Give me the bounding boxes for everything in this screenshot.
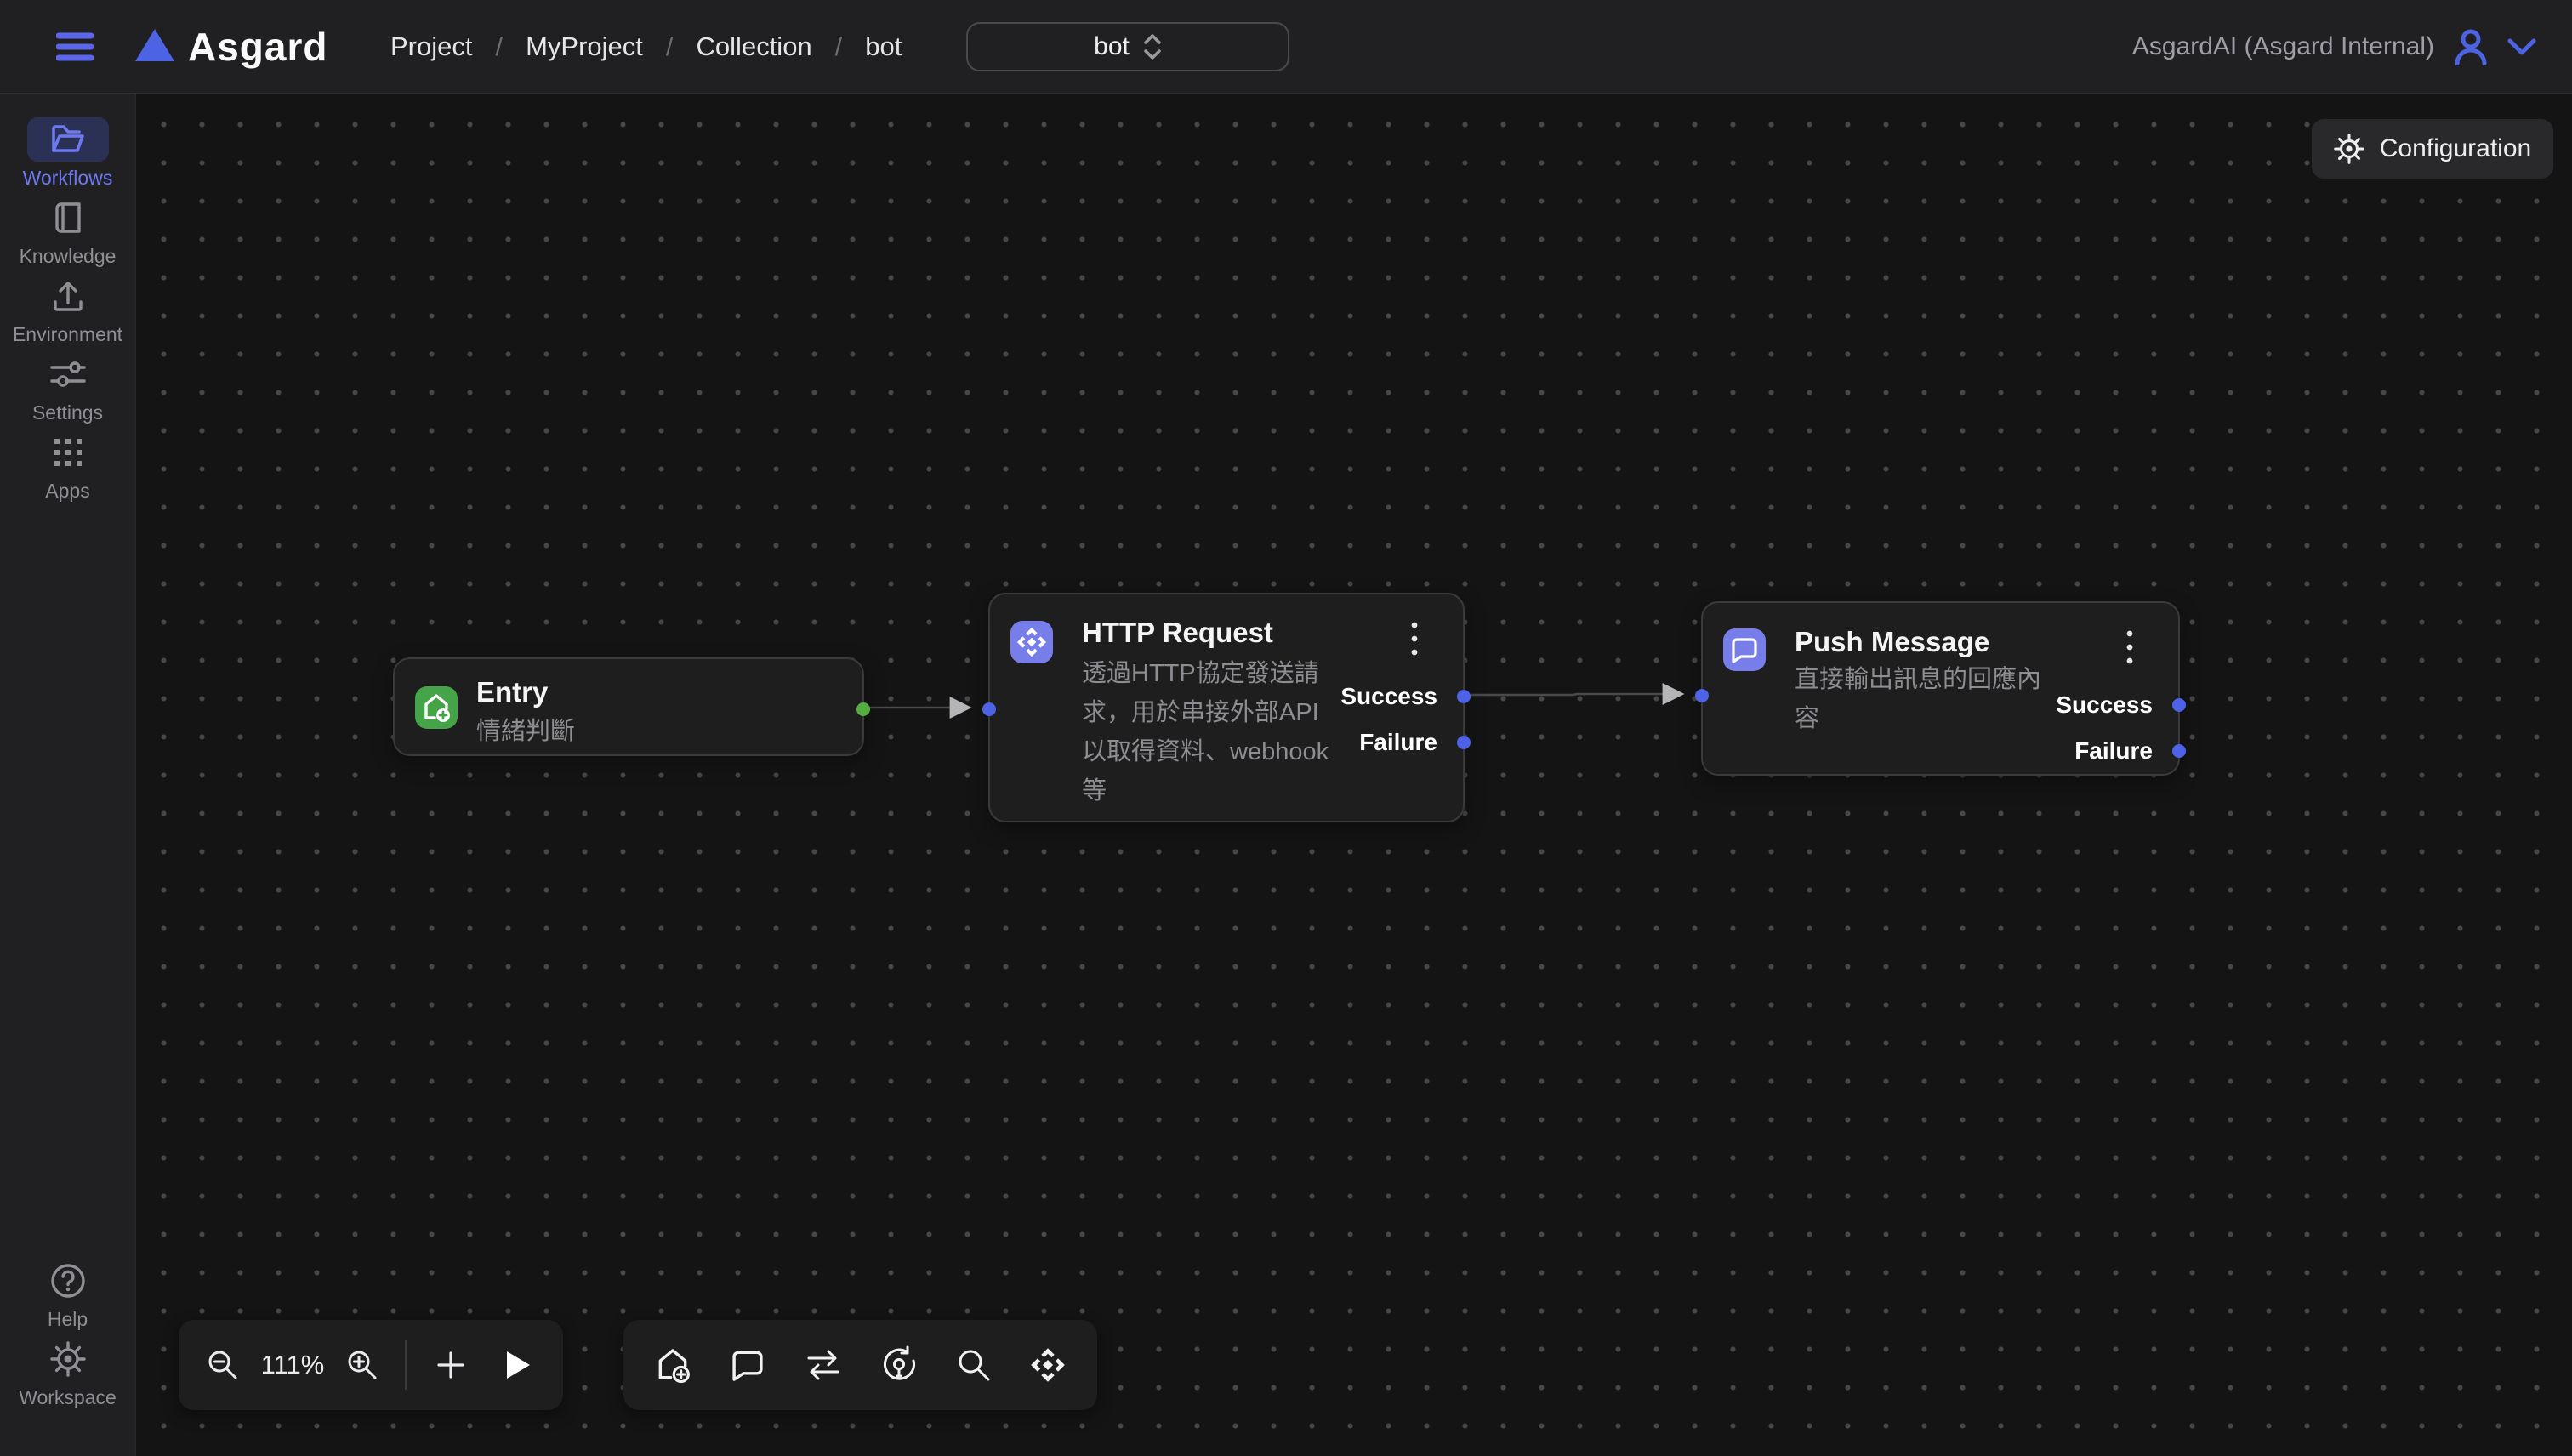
add-entry-node-button[interactable] <box>654 1346 691 1384</box>
home-plus-icon <box>415 686 458 729</box>
node-menu-kebab-icon[interactable] <box>1402 620 1427 657</box>
toolbar-divider <box>405 1340 407 1390</box>
folder-icon <box>50 124 86 155</box>
gear-icon <box>50 1341 86 1377</box>
account-label: AsgardAI (Asgard Internal) <box>2132 32 2434 61</box>
diamonds-icon <box>1010 621 1053 663</box>
app-title: Asgard <box>188 24 327 70</box>
breadcrumb-collection[interactable]: Collection <box>697 31 812 62</box>
breadcrumb: Project / MyProject / Collection / bot <box>390 0 902 94</box>
sidebar-item-label: Knowledge <box>20 245 117 268</box>
home-plus-icon <box>654 1346 691 1384</box>
node-push-message[interactable]: Push Message 直接輸出訊息的回應內 容 Success Failur… <box>1701 601 2180 776</box>
add-switch-node-button[interactable] <box>804 1347 843 1383</box>
search-icon <box>956 1347 992 1383</box>
workflow-canvas[interactable]: Configuration Entry 情緒判斷 <box>136 94 2572 1456</box>
add-node-button[interactable] <box>435 1350 466 1380</box>
breadcrumb-separator: / <box>835 31 843 62</box>
port-push-success[interactable] <box>2172 698 2186 712</box>
port-http-failure[interactable] <box>1457 736 1471 749</box>
workflow-select-value: bot <box>1094 32 1130 61</box>
sliders-icon <box>50 360 86 389</box>
gear-icon <box>2334 134 2364 164</box>
breadcrumb-separator: / <box>666 31 674 62</box>
retrain-bulb-icon <box>879 1345 919 1385</box>
chat-bubble-icon <box>1723 628 1766 671</box>
book-icon <box>52 202 84 234</box>
workflow-select-dropdown[interactable]: bot <box>966 22 1289 71</box>
sidebar-item-knowledge[interactable]: Knowledge <box>0 196 136 272</box>
configuration-button-label: Configuration <box>2380 134 2531 163</box>
add-http-node-button[interactable] <box>1029 1346 1067 1384</box>
help-icon <box>50 1263 86 1299</box>
breadcrumb-myproject[interactable]: MyProject <box>526 31 643 62</box>
upload-icon <box>51 280 85 312</box>
output-label-failure: Failure <box>2074 736 2153 766</box>
node-description: 透過HTTP協定發送請 求，用於串接外部API 以取得資料、webhook 等 <box>1082 654 1329 810</box>
asgard-logo-icon <box>134 28 175 66</box>
run-workflow-button[interactable] <box>505 1351 531 1379</box>
sidebar-item-label: Help <box>48 1308 88 1331</box>
sidebar-item-label: Workflows <box>23 167 113 190</box>
sidebar-item-workflows[interactable]: Workflows <box>0 117 136 194</box>
breadcrumb-project[interactable]: Project <box>390 31 472 62</box>
chat-bubble-icon <box>729 1346 766 1384</box>
node-http-request[interactable]: HTTP Request 透過HTTP協定發送請 求，用於串接外部API 以取得… <box>988 593 1465 822</box>
sidebar-item-apps[interactable]: Apps <box>0 430 136 507</box>
node-title: Entry <box>476 676 548 708</box>
sidebar-item-label: Apps <box>45 480 89 503</box>
sidebar-item-label: Settings <box>32 401 103 424</box>
play-icon <box>505 1351 531 1379</box>
select-updown-icon <box>1143 33 1162 60</box>
sidebar-item-settings[interactable]: Settings <box>0 352 136 429</box>
sidebar-nav: Workflows Knowledge Environment Settings… <box>0 94 136 1456</box>
user-icon <box>2453 28 2489 65</box>
diamonds-icon <box>1029 1346 1067 1384</box>
plus-icon <box>435 1350 466 1380</box>
sidebar-item-label: Environment <box>13 323 122 346</box>
node-palette-toolbar <box>623 1320 1097 1410</box>
add-intent-node-button[interactable] <box>879 1345 919 1385</box>
port-push-failure[interactable] <box>2172 744 2186 758</box>
swap-arrows-icon <box>804 1347 843 1383</box>
sidebar-item-environment[interactable]: Environment <box>0 274 136 350</box>
port-http-in[interactable] <box>982 702 996 716</box>
zoom-in-button[interactable] <box>345 1348 379 1382</box>
zoom-level-value: 111% <box>260 1350 325 1380</box>
zoom-toolbar: 111% <box>179 1320 563 1410</box>
node-description: 直接輸出訊息的回應內 容 <box>1795 660 2041 738</box>
apps-grid-icon <box>53 437 83 468</box>
header-bar: Asgard Project / MyProject / Collection … <box>0 0 2572 94</box>
zoom-in-icon <box>345 1348 379 1382</box>
add-message-node-button[interactable] <box>729 1346 766 1384</box>
edge-http-success-to-push <box>1465 694 1682 695</box>
output-label-failure: Failure <box>1359 727 1437 758</box>
account-area[interactable]: AsgardAI (Asgard Internal) <box>2132 0 2536 94</box>
output-label-success: Success <box>1340 681 1437 712</box>
chevron-down-icon[interactable] <box>2507 38 2536 55</box>
node-menu-kebab-icon[interactable] <box>2117 628 2142 666</box>
zoom-out-button[interactable] <box>206 1348 240 1382</box>
node-title: Push Message <box>1795 626 1989 658</box>
asgard-workflow-editor: Asgard Project / MyProject / Collection … <box>0 0 2572 1456</box>
breadcrumb-bot[interactable]: bot <box>865 31 902 62</box>
search-node-button[interactable] <box>956 1347 992 1383</box>
node-title: HTTP Request <box>1082 617 1273 649</box>
node-description: 情緒判斷 <box>476 712 575 751</box>
node-entry[interactable]: Entry 情緒判斷 <box>393 657 864 756</box>
output-label-success: Success <box>2056 690 2153 720</box>
sidebar-item-workspace[interactable]: Workspace <box>0 1337 136 1413</box>
port-http-success[interactable] <box>1457 690 1471 703</box>
configuration-button[interactable]: Configuration <box>2312 119 2553 179</box>
breadcrumb-separator: / <box>495 31 503 62</box>
zoom-out-icon <box>206 1348 240 1382</box>
sidebar-item-help[interactable]: Help <box>0 1259 136 1335</box>
port-push-in[interactable] <box>1695 689 1709 702</box>
sidebar-item-label: Workspace <box>19 1386 117 1409</box>
hamburger-menu-icon[interactable] <box>56 28 94 65</box>
port-entry-out[interactable] <box>856 702 870 716</box>
